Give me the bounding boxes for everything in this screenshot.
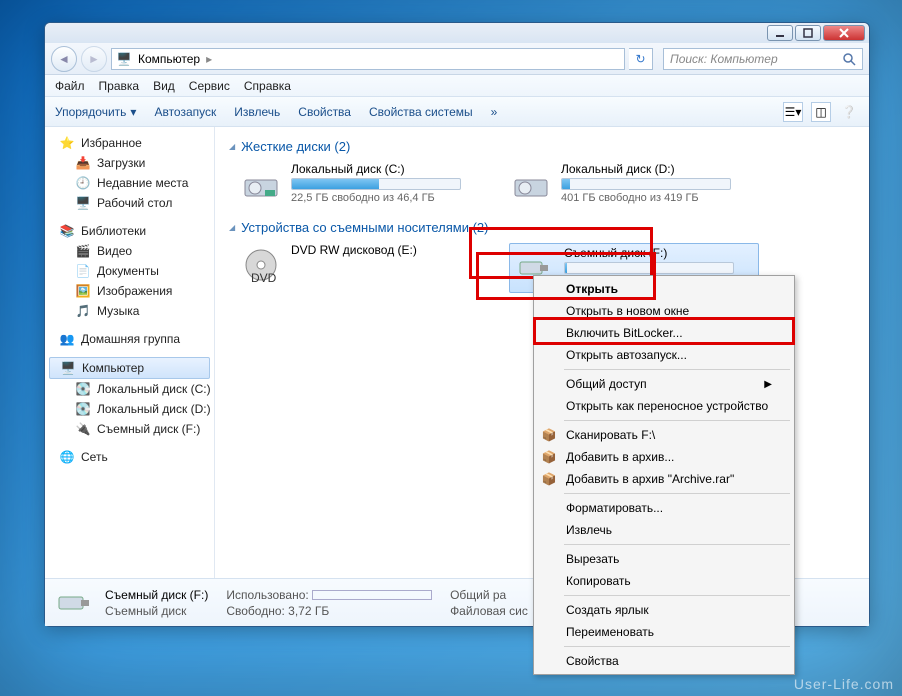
dvd-icon: DVD: [239, 243, 283, 287]
menu-help[interactable]: Справка: [244, 79, 291, 93]
sidebar-videos[interactable]: 🎬Видео: [45, 241, 214, 261]
search-input[interactable]: Поиск: Компьютер: [663, 48, 863, 70]
sidebar-music[interactable]: 🎵Музыка: [45, 301, 214, 321]
ctx-cut[interactable]: Вырезать: [536, 548, 792, 570]
sidebar-pictures[interactable]: 🖼️Изображения: [45, 281, 214, 301]
menu-service[interactable]: Сервис: [189, 79, 230, 93]
nav-row: ◄ ► 🖥️ Компьютер ▸ ↻ Поиск: Компьютер: [45, 43, 869, 75]
status-title: Съемный диск (F:): [105, 588, 208, 602]
breadcrumb[interactable]: Компьютер: [138, 52, 200, 66]
computer-icon: 🖥️: [60, 360, 76, 376]
ctx-open-new-window[interactable]: Открыть в новом окне: [536, 300, 792, 322]
toolbar-sysproperties[interactable]: Свойства системы: [369, 105, 473, 119]
toolbar-eject[interactable]: Извлечь: [234, 105, 280, 119]
pictures-icon: 🖼️: [75, 283, 91, 299]
recent-icon: 🕘: [75, 175, 91, 191]
ctx-create-shortcut[interactable]: Создать ярлык: [536, 599, 792, 621]
document-icon: 📄: [75, 263, 91, 279]
toolbar-organize[interactable]: Упорядочить ▾: [55, 105, 136, 119]
sidebar-drive-c[interactable]: 💽Локальный диск (C:): [45, 379, 214, 399]
context-menu: Открыть Открыть в новом окне Включить Bi…: [533, 275, 795, 675]
close-button[interactable]: [823, 25, 865, 41]
libraries-icon: 📚: [59, 223, 75, 239]
address-bar[interactable]: 🖥️ Компьютер ▸: [111, 48, 625, 70]
ctx-format[interactable]: Форматировать...: [536, 497, 792, 519]
hdd-icon: 💽: [75, 401, 91, 417]
view-mode-button[interactable]: ☰▾: [783, 102, 803, 122]
ctx-portable-device[interactable]: Открыть как переносное устройство: [536, 395, 792, 417]
toolbar-more[interactable]: »: [491, 105, 498, 119]
sidebar-favorites[interactable]: ⭐Избранное: [45, 133, 214, 153]
search-placeholder: Поиск: Компьютер: [670, 52, 778, 66]
sidebar-drive-d[interactable]: 💽Локальный диск (D:): [45, 399, 214, 419]
menu-view[interactable]: Вид: [153, 79, 175, 93]
hdd-icon: 💽: [75, 381, 91, 397]
usb-icon: 🔌: [75, 421, 91, 437]
sidebar-recent[interactable]: 🕘Недавние места: [45, 173, 214, 193]
desktop-icon: 🖥️: [75, 195, 91, 211]
network-icon: 🌐: [59, 449, 75, 465]
back-button[interactable]: ◄: [51, 46, 77, 72]
category-removable[interactable]: Устройства со съемными носителями (2): [229, 220, 855, 235]
winrar-icon: 📦: [540, 470, 558, 488]
ctx-enable-bitlocker[interactable]: Включить BitLocker...: [536, 322, 792, 344]
downloads-icon: 📥: [75, 155, 91, 171]
star-icon: ⭐: [59, 135, 75, 151]
ctx-add-archive-named[interactable]: 📦Добавить в архив "Archive.rar": [536, 468, 792, 490]
ctx-open[interactable]: Открыть: [536, 278, 792, 300]
computer-icon: 🖥️: [116, 51, 132, 67]
sidebar-libraries[interactable]: 📚Библиотеки: [45, 221, 214, 241]
forward-button[interactable]: ►: [81, 46, 107, 72]
status-type: Съемный диск: [105, 604, 208, 618]
ctx-share[interactable]: Общий доступ▶: [536, 373, 792, 395]
toolbar-properties[interactable]: Свойства: [298, 105, 351, 119]
music-icon: 🎵: [75, 303, 91, 319]
sidebar-downloads[interactable]: 📥Загрузки: [45, 153, 214, 173]
drive-dvd[interactable]: DVD DVD RW дисковод (E:): [239, 243, 479, 293]
ctx-scan[interactable]: 📦Сканировать F:\: [536, 424, 792, 446]
titlebar: [45, 23, 869, 43]
sidebar-desktop[interactable]: 🖥️Рабочий стол: [45, 193, 214, 213]
usb-drive-icon: [55, 585, 95, 621]
ctx-rename[interactable]: Переименовать: [536, 621, 792, 643]
toolbar-autostart[interactable]: Автозапуск: [154, 105, 216, 119]
ctx-eject[interactable]: Извлечь: [536, 519, 792, 541]
sidebar-network[interactable]: 🌐Сеть: [45, 447, 214, 467]
preview-pane-button[interactable]: ◫: [811, 102, 831, 122]
ctx-open-autorun[interactable]: Открыть автозапуск...: [536, 344, 792, 366]
ctx-copy[interactable]: Копировать: [536, 570, 792, 592]
drive-c[interactable]: Локальный диск (C:) 22,5 ГБ свободно из …: [239, 162, 479, 206]
maximize-button[interactable]: [795, 25, 821, 41]
svg-text:DVD: DVD: [251, 271, 277, 285]
refresh-button[interactable]: ↻: [629, 48, 653, 70]
menu-edit[interactable]: Правка: [99, 79, 140, 93]
drive-d[interactable]: Локальный диск (D:) 401 ГБ свободно из 4…: [509, 162, 749, 206]
winrar-icon: 📦: [540, 448, 558, 466]
minimize-button[interactable]: [767, 25, 793, 41]
hdd-icon: [509, 162, 553, 206]
menubar: Файл Правка Вид Сервис Справка: [45, 75, 869, 97]
ctx-properties[interactable]: Свойства: [536, 650, 792, 672]
menu-file[interactable]: Файл: [55, 79, 85, 93]
watermark: User-Life.com: [794, 676, 894, 692]
sidebar-documents[interactable]: 📄Документы: [45, 261, 214, 281]
hdd-icon: [239, 162, 283, 206]
ctx-add-archive[interactable]: 📦Добавить в архив...: [536, 446, 792, 468]
winrar-icon: 📦: [540, 426, 558, 444]
search-icon: [842, 52, 856, 66]
homegroup-icon: 👥: [59, 331, 75, 347]
category-hdd[interactable]: Жесткие диски (2): [229, 139, 855, 154]
sidebar: ⭐Избранное 📥Загрузки 🕘Недавние места 🖥️Р…: [45, 127, 215, 578]
sidebar-drive-f[interactable]: 🔌Съемный диск (F:): [45, 419, 214, 439]
help-icon[interactable]: ❔: [839, 102, 859, 122]
toolbar: Упорядочить ▾ Автозапуск Извлечь Свойств…: [45, 97, 869, 127]
sidebar-homegroup[interactable]: 👥Домашняя группа: [45, 329, 214, 349]
video-icon: 🎬: [75, 243, 91, 259]
sidebar-computer[interactable]: 🖥️Компьютер: [49, 357, 210, 379]
